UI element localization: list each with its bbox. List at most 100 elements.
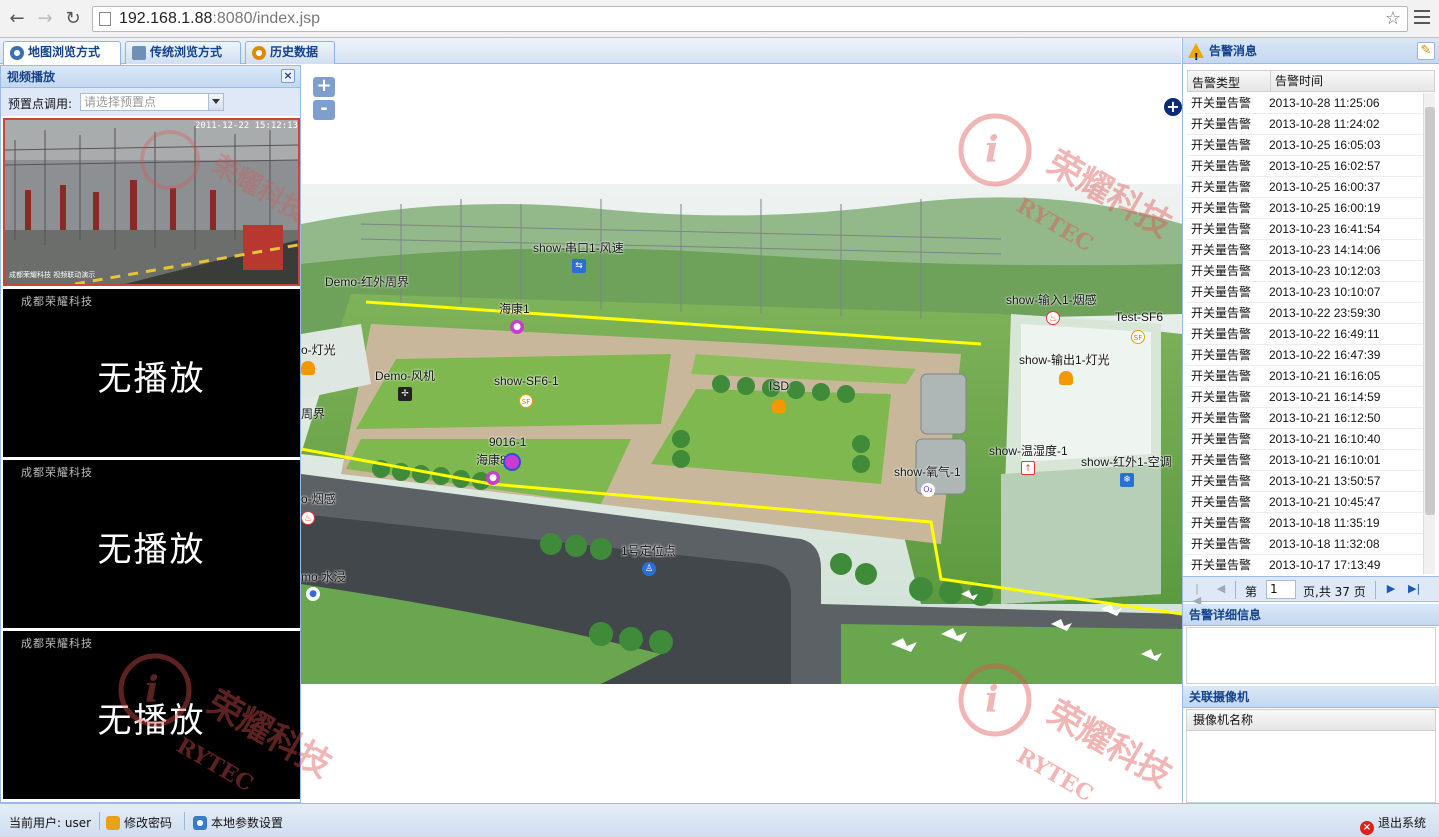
thermometer-icon[interactable]: ↑	[1021, 461, 1035, 475]
scrollbar-thumb[interactable]	[1425, 107, 1435, 515]
table-row[interactable]: 开关量告警 2013-10-18 11:35:19	[1187, 513, 1423, 534]
back-icon[interactable]: ←	[6, 8, 28, 30]
table-row[interactable]: 开关量告警 2013-10-22 16:47:39	[1187, 345, 1423, 366]
browser-menu-icon[interactable]	[1414, 10, 1430, 26]
tab-classic-browse[interactable]: 传统浏览方式	[125, 41, 241, 64]
map-label-oxygen[interactable]: show-氧气-1	[894, 463, 961, 480]
locator-person-icon[interactable]: ♙	[642, 562, 656, 576]
table-row[interactable]: 开关量告警 2013-10-23 16:41:54	[1187, 219, 1423, 240]
wind-speed-sensor-icon[interactable]: ⇆	[572, 259, 586, 273]
video-window-1[interactable]: 2011-12-22 15:12:13 成都荣耀科技 视频联动演示	[3, 118, 300, 286]
alarm-grid-scrollbar[interactable]	[1423, 93, 1435, 574]
table-row[interactable]: 开关量告警 2013-10-25 16:00:37	[1187, 177, 1423, 198]
table-row[interactable]: 开关量告警 2013-10-17 17:13:49	[1187, 555, 1423, 574]
water-drop-icon[interactable]: ●	[306, 587, 320, 601]
video-window-2[interactable]: 成都荣耀科技 无播放	[3, 289, 300, 457]
selected-camera-icon[interactable]	[503, 453, 521, 471]
table-row[interactable]: 开关量告警 2013-10-21 10:45:47	[1187, 492, 1423, 513]
map-label-camera-8[interactable]: 海康8	[476, 451, 507, 468]
table-row[interactable]: 开关量告警 2013-10-23 14:14:06	[1187, 240, 1423, 261]
forward-icon[interactable]: →	[34, 8, 56, 30]
camera-icon[interactable]: ●	[486, 471, 500, 485]
map-label-test-sf6[interactable]: Test-SF6	[1115, 310, 1163, 324]
zoom-in-button[interactable]: +	[313, 77, 335, 97]
prev-page-icon[interactable]: ◀	[1215, 583, 1227, 595]
table-row[interactable]: 开关量告警 2013-10-22 23:59:30	[1187, 303, 1423, 324]
map-label-locator[interactable]: 1号定位点	[621, 542, 676, 559]
table-row[interactable]: 开关量告警 2013-10-25 16:02:57	[1187, 156, 1423, 177]
bookmark-star-icon[interactable]: ☆	[1385, 8, 1401, 29]
table-row[interactable]: 开关量告警 2013-10-21 16:12:50	[1187, 408, 1423, 429]
tab-map-browse[interactable]: 地图浏览方式	[3, 41, 121, 65]
table-row[interactable]: 开关量告警 2013-10-28 11:25:06	[1187, 93, 1423, 114]
map-label-sf6[interactable]: show-SF6-1	[494, 374, 559, 388]
video-panel-title: 视频播放	[7, 70, 56, 84]
close-icon[interactable]: ×	[281, 69, 295, 83]
video-brand: 成都荣耀科技	[21, 637, 93, 650]
sf6-sensor-icon[interactable]: SF	[519, 394, 533, 408]
map-label-serial[interactable]: show-串口1-风速	[533, 239, 624, 256]
edit-icon[interactable]: ✎	[1417, 42, 1435, 60]
preset-select[interactable]: 请选择预置点	[80, 93, 224, 111]
map-label-temperature[interactable]: show-温湿度-1	[989, 442, 1068, 459]
column-header-type[interactable]: 告警类型	[1192, 74, 1240, 91]
address-bar[interactable]: 192.168.1.88:8080/index.jsp ☆	[92, 6, 1408, 32]
smoke-sensor-icon[interactable]: ♨	[1046, 311, 1060, 325]
table-row[interactable]: 开关量告警 2013-10-21 16:10:40	[1187, 429, 1423, 450]
smoke-sensor-icon[interactable]: ♨	[301, 511, 315, 525]
map-label-ac[interactable]: show-红外1-空调	[1081, 453, 1172, 470]
site-map[interactable]: + - + show-串口1-风速 ⇆ Demo-红外周界 海康1 ● show…	[301, 65, 1182, 803]
logout-button[interactable]: × 退出系统	[1360, 814, 1426, 835]
table-row[interactable]: 开关量告警 2013-10-22 16:49:11	[1187, 324, 1423, 345]
last-page-icon[interactable]: ▶|	[1408, 583, 1420, 595]
layer-switcher-button[interactable]: +	[1164, 98, 1182, 116]
column-header-time[interactable]: 告警时间	[1270, 71, 1323, 91]
zoom-out-button[interactable]: -	[313, 100, 335, 120]
status-divider	[99, 812, 100, 830]
light-icon[interactable]	[301, 361, 315, 375]
alarm-bell-icon[interactable]	[772, 399, 786, 413]
sf6-sensor-icon[interactable]: SF	[1131, 330, 1145, 344]
map-label-light-output[interactable]: show-输出1-灯光	[1019, 351, 1110, 368]
camera-name-column[interactable]: 摄像机名称	[1186, 709, 1436, 731]
map-label-9016[interactable]: 9016-1	[489, 435, 526, 449]
table-row[interactable]: 开关量告警 2013-10-21 13:50:57	[1187, 471, 1423, 492]
air-conditioner-icon[interactable]: ❄	[1120, 473, 1134, 487]
map-label-light[interactable]: o-灯光	[301, 341, 336, 358]
change-password-button[interactable]: 修改密码	[106, 814, 172, 831]
alarm-time-cell: 2013-10-21 16:12:50	[1269, 411, 1381, 425]
table-row[interactable]: 开关量告警 2013-10-21 16:10:01	[1187, 450, 1423, 471]
no-play-text: 无播放	[97, 701, 206, 741]
map-label-camera-1[interactable]: 海康1	[499, 300, 530, 317]
map-label-fence-partial[interactable]: 周界	[301, 405, 325, 422]
page-number-input[interactable]: 1	[1266, 580, 1296, 599]
table-row[interactable]: 开关量告警 2013-10-25 16:05:03	[1187, 135, 1423, 156]
next-page-icon[interactable]: ▶	[1385, 583, 1397, 595]
oxygen-sensor-icon[interactable]: O₂	[921, 483, 935, 497]
table-row[interactable]: 开关量告警 2013-10-23 10:10:07	[1187, 282, 1423, 303]
map-label-smoke-input[interactable]: show-输入1-烟感	[1006, 291, 1097, 308]
video-window-3[interactable]: 成都荣耀科技 无播放	[3, 460, 300, 628]
alarm-panel: 告警消息 ✎ 告警类型 告警时间 开关量告警 2013-10-28 11:25:0…	[1182, 38, 1439, 803]
table-row[interactable]: 开关量告警 2013-10-23 10:12:03	[1187, 261, 1423, 282]
map-label-fan[interactable]: Demo-风机	[375, 367, 435, 384]
table-row[interactable]: 开关量告警 2013-10-28 11:24:02	[1187, 114, 1423, 135]
map-label-smoke[interactable]: o-烟感	[301, 490, 336, 507]
map-label-fence[interactable]: Demo-红外周界	[325, 273, 409, 290]
camera-icon[interactable]: ●	[510, 320, 524, 334]
local-settings-button[interactable]: 本地参数设置	[193, 814, 283, 831]
light-icon[interactable]	[1059, 371, 1073, 385]
fan-icon[interactable]: ✢	[398, 387, 412, 401]
map-label-water[interactable]: mo-水浸	[301, 568, 346, 585]
map-label-isd[interactable]: ISD	[769, 379, 789, 393]
chevron-down-icon[interactable]	[208, 94, 223, 110]
table-row[interactable]: 开关量告警 2013-10-18 11:32:08	[1187, 534, 1423, 555]
alarm-type-cell: 开关量告警	[1191, 180, 1252, 194]
reload-icon[interactable]: ↻	[62, 8, 84, 30]
tab-history-data[interactable]: 历史数据	[245, 41, 335, 64]
first-page-icon[interactable]: |◀	[1191, 583, 1203, 607]
table-row[interactable]: 开关量告警 2013-10-25 16:00:19	[1187, 198, 1423, 219]
table-row[interactable]: 开关量告警 2013-10-21 16:14:59	[1187, 387, 1423, 408]
video-window-4[interactable]: 成都荣耀科技 无播放	[3, 631, 300, 799]
table-row[interactable]: 开关量告警 2013-10-21 16:16:05	[1187, 366, 1423, 387]
